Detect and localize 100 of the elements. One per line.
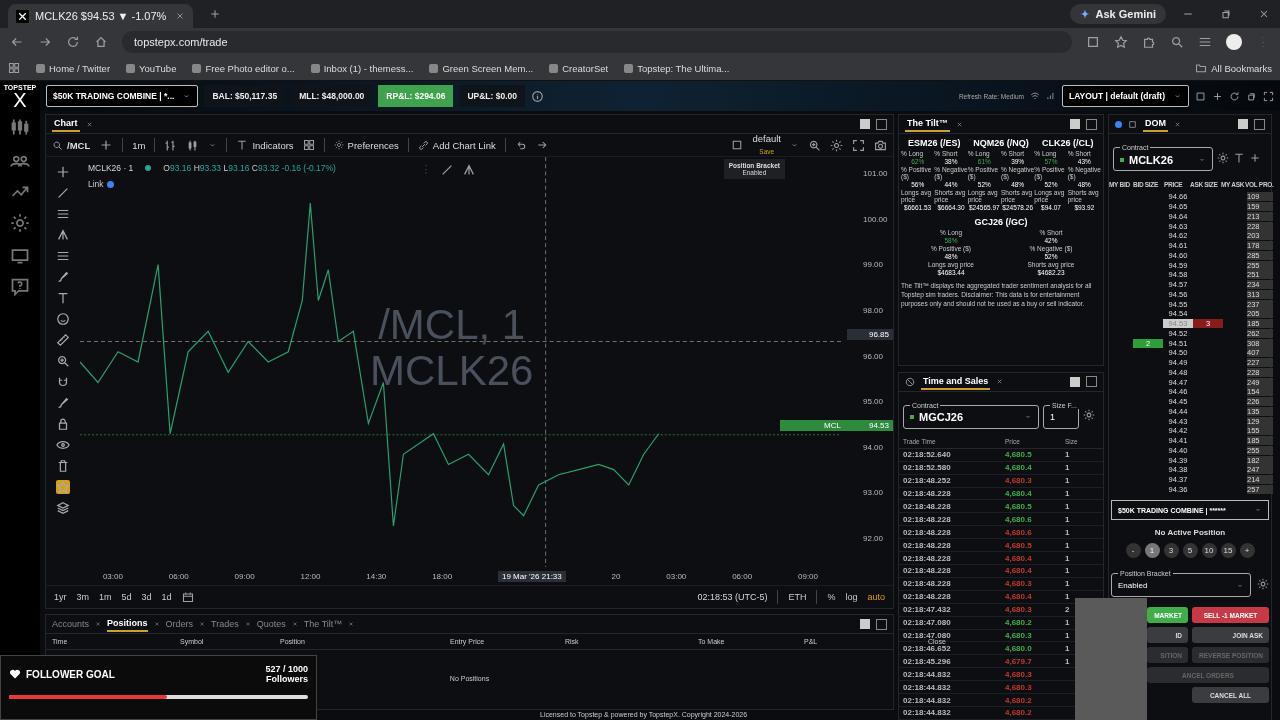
wifi-icon[interactable] — [1029, 91, 1040, 101]
scale-option[interactable]: log — [845, 592, 858, 602]
panel-tab[interactable]: The Tilt™ — [303, 617, 343, 631]
preferences-button[interactable]: Preferences — [333, 139, 399, 151]
bookmark[interactable]: YouTube — [139, 62, 177, 74]
session-button[interactable]: ETH — [788, 592, 807, 602]
quantity-button[interactable]: + — [1239, 543, 1255, 559]
lock-icon[interactable] — [56, 417, 70, 431]
quantity-button[interactable]: 10 — [1201, 543, 1217, 559]
close-icon[interactable] — [348, 621, 355, 627]
info-icon[interactable] — [531, 89, 544, 103]
maximize-icon[interactable] — [1086, 376, 1097, 388]
close-icon[interactable] — [955, 120, 963, 128]
zoom-in-icon[interactable] — [56, 354, 70, 368]
undo-icon[interactable] — [1229, 90, 1240, 102]
link-button[interactable]: Link — [88, 179, 336, 189]
fullscreen-icon[interactable] — [1263, 90, 1274, 102]
forward-icon[interactable] — [38, 35, 52, 49]
fullscreen-icon[interactable] — [852, 138, 865, 152]
reload-icon[interactable] — [66, 35, 80, 49]
ruler-icon[interactable] — [56, 333, 70, 347]
bookmark[interactable]: CreatorSet — [562, 62, 609, 74]
close-icon[interactable] — [291, 621, 298, 627]
apps-grid-icon[interactable] — [8, 62, 20, 74]
layers-icon[interactable] — [56, 501, 70, 515]
star-icon[interactable] — [56, 480, 70, 494]
signal-icon[interactable] — [1045, 91, 1056, 101]
profile-avatar[interactable] — [1226, 34, 1242, 50]
quantity-button[interactable]: 3 — [1163, 543, 1179, 559]
panel-tab[interactable]: DOM — [1143, 116, 1168, 132]
search-icon[interactable] — [52, 139, 63, 151]
bookmark[interactable]: Topstep: The Ultima... — [637, 62, 730, 74]
brush-icon[interactable] — [56, 270, 70, 284]
zoom-icon[interactable] — [808, 138, 821, 152]
range-button[interactable]: 1d — [161, 592, 172, 602]
interval-button[interactable]: 1m — [132, 139, 146, 151]
calendar-icon[interactable] — [181, 591, 194, 603]
lines-icon[interactable] — [56, 207, 70, 221]
checkbox-icon[interactable] — [731, 139, 744, 151]
range-button[interactable]: 3d — [141, 592, 152, 602]
close-icon[interactable] — [996, 378, 1004, 386]
pitchfork-icon[interactable] — [56, 228, 70, 242]
bar-chart-icon[interactable] — [164, 138, 178, 152]
text-icon[interactable] — [56, 291, 70, 305]
camera-icon[interactable] — [874, 138, 887, 152]
maximize-icon[interactable] — [1254, 118, 1265, 130]
line-icon[interactable] — [56, 186, 70, 200]
star-icon[interactable] — [1114, 35, 1128, 49]
crosshair-icon[interactable] — [56, 165, 70, 179]
close-icon[interactable] — [1174, 120, 1181, 128]
panel-tab[interactable]: Quotes — [256, 617, 286, 631]
all-bookmarks[interactable]: All Bookmarks — [1211, 62, 1272, 74]
panel-tab[interactable]: Accounts — [52, 617, 90, 631]
range-button[interactable]: 5d — [121, 592, 132, 602]
windows-icon[interactable] — [1246, 90, 1257, 102]
magnet-icon[interactable] — [56, 375, 70, 389]
close-icon[interactable] — [153, 621, 160, 627]
add-panel-icon[interactable] — [1070, 376, 1080, 387]
panel-tab[interactable]: The Tilt™ — [905, 116, 950, 132]
settings-icon[interactable] — [830, 138, 843, 152]
restore-icon[interactable] — [1220, 8, 1232, 20]
symbol-search[interactable]: /MCL — [52, 139, 91, 151]
scale-option[interactable]: auto — [867, 592, 885, 602]
panel-tab[interactable]: Chart — [52, 116, 80, 132]
search-icon[interactable] — [1170, 35, 1184, 49]
redo-icon[interactable] — [535, 139, 548, 151]
bookmark[interactable]: Home / Twitter — [49, 62, 111, 74]
bookmark[interactable]: Inbox (1) - themess... — [323, 62, 414, 74]
close-icon[interactable] — [1258, 8, 1270, 20]
gear-icon[interactable] — [333, 140, 344, 150]
home-icon[interactable] — [94, 35, 108, 49]
settings-icon[interactable] — [1217, 151, 1229, 164]
link-icon[interactable] — [417, 139, 429, 151]
scale-option[interactable]: % — [827, 592, 836, 602]
panel-tab[interactable]: Time and Sales — [921, 373, 991, 390]
maximize-icon[interactable] — [1086, 118, 1097, 130]
chart-icon[interactable] — [10, 117, 30, 137]
lines-icon[interactable] — [56, 249, 70, 263]
range-button[interactable]: 1m — [99, 592, 112, 602]
no-entry-icon[interactable] — [905, 376, 915, 387]
panel-tab[interactable]: Orders — [165, 617, 194, 631]
bookmark[interactable]: Free Photo editor o... — [205, 62, 295, 74]
close-icon[interactable] — [244, 621, 251, 627]
layout-select[interactable]: LAYOUT | default (draft) — [1061, 85, 1189, 107]
close-icon[interactable] — [95, 621, 102, 627]
eye-icon[interactable] — [56, 438, 70, 452]
account-select[interactable]: $50K TRADING COMBINE | *... — [46, 85, 199, 107]
maximize-icon[interactable] — [876, 118, 887, 130]
panel-tab[interactable]: Trades — [211, 617, 239, 631]
smiley-icon[interactable] — [56, 312, 70, 326]
settings-icon[interactable] — [10, 213, 30, 233]
indicators-button[interactable]: Indicators — [236, 139, 294, 151]
help-icon[interactable] — [10, 277, 30, 297]
add-icon[interactable] — [1212, 90, 1223, 102]
quantity-button[interactable]: 5 — [1182, 543, 1198, 559]
new-tab-icon[interactable] — [209, 8, 221, 20]
quantity-button[interactable]: - — [1125, 543, 1141, 559]
bookmark[interactable]: Green Screen Mem... — [442, 62, 534, 74]
panel-tab[interactable]: Positions — [107, 616, 148, 632]
close-icon[interactable] — [199, 621, 206, 627]
